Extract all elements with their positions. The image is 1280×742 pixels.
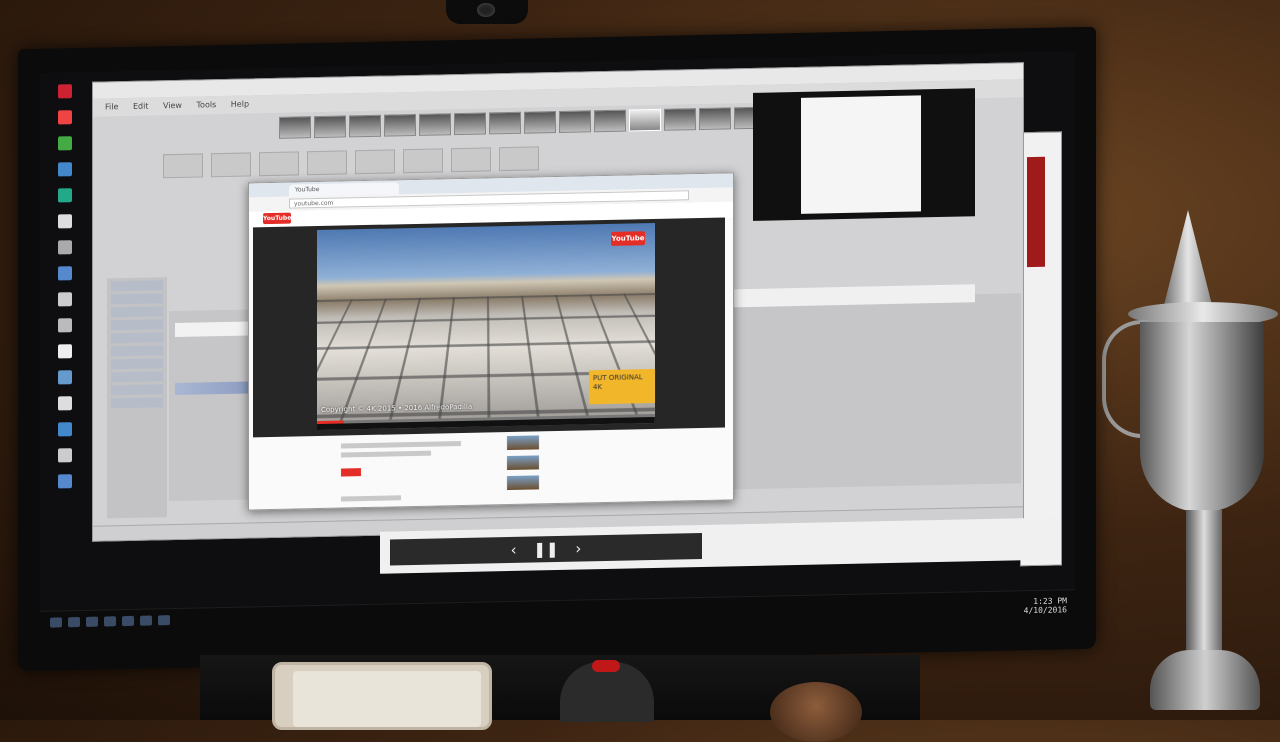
- desktop-shortcut-icon[interactable]: [58, 266, 72, 281]
- video-player[interactable]: YouTube PUT ORIGINAL 4K Copyright © 4K 2…: [253, 217, 725, 438]
- sidebar-item[interactable]: [111, 280, 163, 292]
- desktop-shortcut-icon[interactable]: [58, 396, 72, 411]
- desktop-shortcut-icon[interactable]: [58, 474, 72, 489]
- chevron-left-icon[interactable]: ‹: [511, 541, 517, 559]
- trophy-stem: [1186, 510, 1222, 670]
- sidebar-item[interactable]: [111, 371, 163, 383]
- related-video-thumbnail[interactable]: [507, 475, 539, 491]
- ribbon-button[interactable]: [403, 148, 443, 174]
- preview-document: [801, 95, 921, 214]
- taskbar-app-icon[interactable]: [68, 617, 80, 628]
- desktop-shortcut-icon[interactable]: [58, 136, 72, 151]
- background-browser-window[interactable]: [1020, 131, 1062, 567]
- clock-date: 4/10/2016: [1023, 605, 1067, 616]
- desktop-shortcut-icon[interactable]: [58, 110, 72, 125]
- ribbon-button[interactable]: [259, 151, 299, 177]
- ribbon-button[interactable]: [355, 149, 395, 175]
- ribbon-button[interactable]: [499, 146, 539, 172]
- media-thumbnail[interactable]: [419, 113, 451, 136]
- menu-tools[interactable]: Tools: [197, 100, 217, 109]
- media-thumbnail[interactable]: [454, 112, 486, 136]
- video-meta-line: [341, 495, 401, 502]
- media-thumbnail[interactable]: [489, 111, 521, 135]
- subscribe-button[interactable]: [341, 468, 361, 477]
- menu-view[interactable]: View: [163, 101, 182, 110]
- youtube-logo[interactable]: YouTube: [263, 212, 291, 225]
- mug-lid: [592, 660, 620, 672]
- desktop-shortcut-icon[interactable]: [58, 318, 72, 333]
- desktop-shortcut-icon[interactable]: [58, 370, 72, 385]
- desktop-shortcut-icon[interactable]: [58, 292, 72, 307]
- menu-edit[interactable]: Edit: [133, 102, 149, 111]
- menu-help[interactable]: Help: [231, 99, 249, 108]
- ribbon-button[interactable]: [163, 153, 203, 179]
- phone-screen: [293, 671, 481, 727]
- decorative-ball: [770, 682, 862, 742]
- trophy-base: [1150, 650, 1260, 710]
- taskbar-clock[interactable]: 1:23 PM 4/10/2016: [1024, 596, 1067, 615]
- desktop-shortcut-icon[interactable]: [58, 344, 72, 359]
- sidebar-item[interactable]: [111, 384, 163, 396]
- menu-file[interactable]: File: [105, 102, 118, 111]
- media-thumbnail[interactable]: [314, 115, 346, 139]
- desktop-shortcut-icon[interactable]: [58, 240, 72, 255]
- related-video-thumbnail[interactable]: [507, 455, 539, 471]
- monitor-screen: File Edit View Tools Help ‹ ❚❚ › YouTube: [40, 51, 1075, 641]
- webcam: [446, 0, 528, 24]
- media-thumbnail[interactable]: [594, 109, 626, 133]
- taskbar-app-icon[interactable]: [122, 615, 134, 627]
- taskbar-app-icon[interactable]: [86, 616, 98, 627]
- video-frame[interactable]: YouTube PUT ORIGINAL 4K Copyright © 4K 2…: [317, 222, 655, 431]
- media-thumbnail[interactable]: [699, 107, 731, 131]
- sidebar-item[interactable]: [111, 306, 163, 318]
- taskbar-app-icon[interactable]: [158, 615, 170, 626]
- media-thumbnail[interactable]: [664, 108, 696, 131]
- media-thumbnail[interactable]: [559, 110, 591, 133]
- related-video-thumbnail[interactable]: [507, 435, 539, 451]
- desktop-shortcut-icon[interactable]: [58, 188, 72, 203]
- preview-monitor: [753, 88, 975, 221]
- trophy: [1102, 210, 1280, 710]
- taskbar-app-icon[interactable]: [140, 615, 152, 626]
- browser-window[interactable]: YouTube youtube.com YouTube YouTube PUT …: [248, 172, 734, 511]
- sidebar-item[interactable]: [111, 358, 163, 370]
- video-info: [341, 432, 721, 504]
- webcam-lens: [477, 3, 495, 17]
- taskbar-app-icon[interactable]: [104, 616, 116, 627]
- trophy-cup: [1140, 322, 1264, 512]
- sidebar-item[interactable]: [111, 332, 163, 344]
- desktop-shortcut-icon[interactable]: [58, 162, 72, 177]
- media-thumbnail[interactable]: [279, 116, 311, 139]
- ribbon-button[interactable]: [451, 147, 491, 173]
- mug: [560, 660, 654, 722]
- start-button[interactable]: [50, 617, 62, 628]
- desktop-shortcut-icon[interactable]: [58, 448, 72, 463]
- video-title-line: [341, 441, 461, 449]
- effects-sidebar: [107, 277, 167, 519]
- promo-badge: PUT ORIGINAL 4K: [589, 368, 655, 405]
- desktop-shortcut-icon[interactable]: [58, 422, 72, 437]
- sidebar-item[interactable]: [111, 397, 163, 409]
- ribbon-button[interactable]: [211, 152, 251, 178]
- media-thumbnail-selected[interactable]: [629, 108, 661, 132]
- desktop-shortcut-icon[interactable]: [58, 84, 72, 99]
- chevron-right-icon[interactable]: ›: [575, 540, 581, 558]
- video-track-clip[interactable]: [175, 321, 255, 338]
- youtube-watermark: YouTube: [611, 231, 645, 246]
- sidebar-item[interactable]: [111, 319, 163, 331]
- media-thumbnail[interactable]: [524, 111, 556, 134]
- desktop-shortcut-icon[interactable]: [58, 214, 72, 229]
- sidebar-item[interactable]: [111, 345, 163, 357]
- media-thumbnail[interactable]: [384, 113, 416, 137]
- page-banner: [1027, 156, 1045, 268]
- video-title-line: [341, 450, 431, 458]
- media-thumbnail[interactable]: [349, 114, 381, 138]
- pause-icon[interactable]: ❚❚: [533, 540, 558, 559]
- ribbon-button[interactable]: [307, 150, 347, 176]
- sidebar-item[interactable]: [111, 293, 163, 305]
- trophy-lid: [1164, 210, 1212, 305]
- desktop-icon-column: [46, 84, 84, 605]
